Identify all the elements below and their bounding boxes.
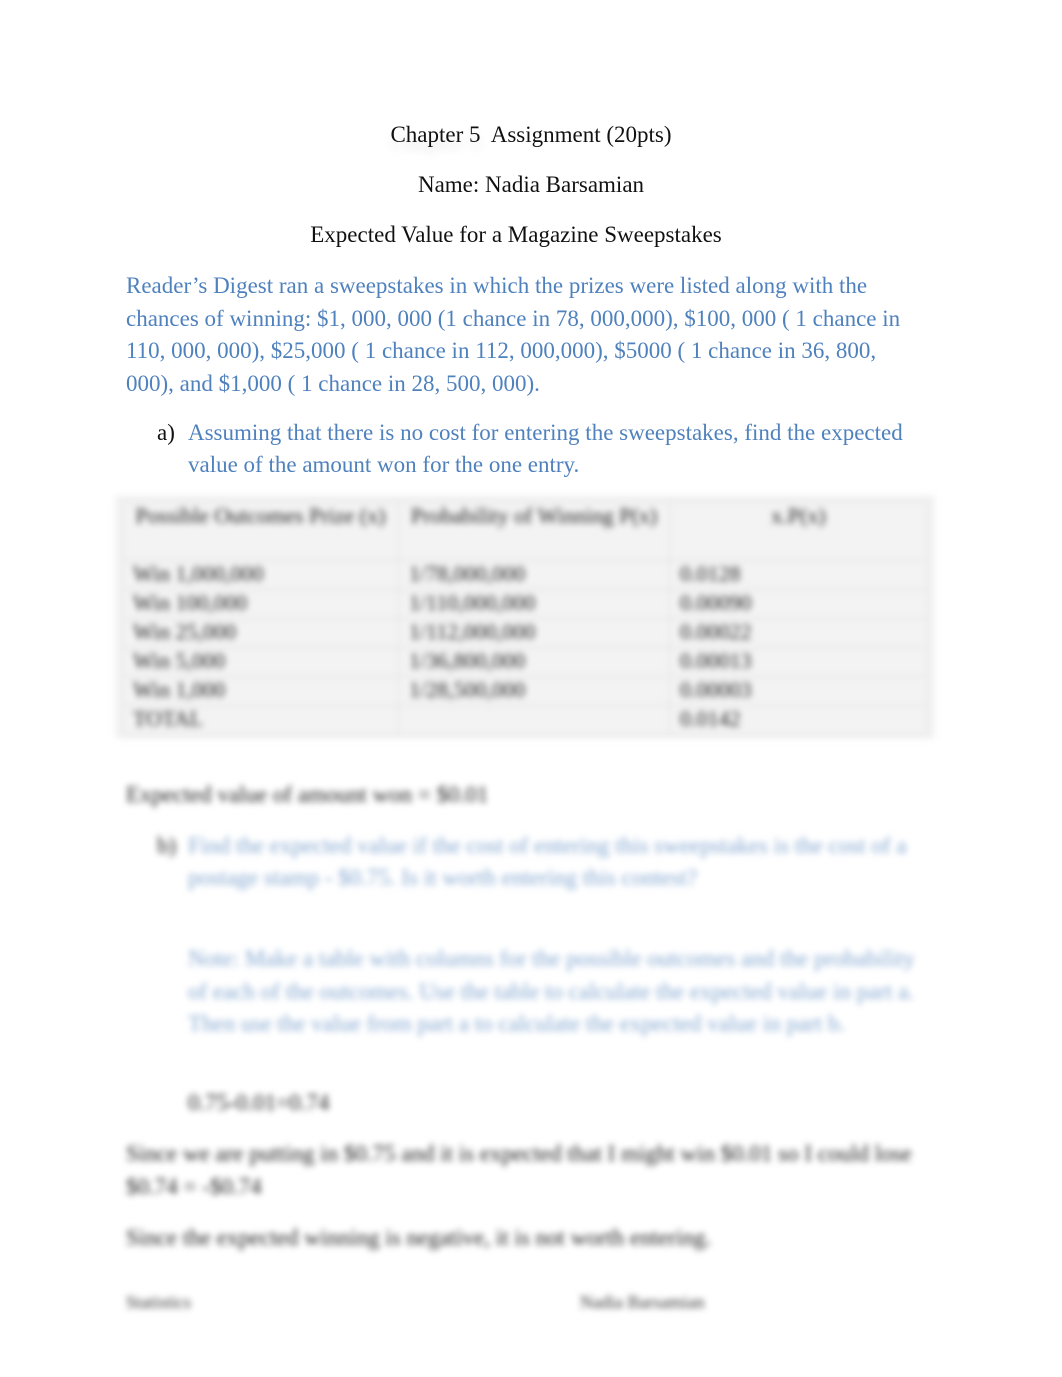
table-cell: 1/112,000,000: [398, 618, 670, 648]
table-cell: Win 1,000: [122, 676, 399, 706]
table-cell: Win 100,000: [122, 589, 399, 619]
table-cell: 0.00022: [669, 618, 928, 648]
question-b: b) Find the expected value if the cost o…: [157, 830, 937, 894]
question-b-text: Find the expected value if the cost of e…: [188, 833, 907, 890]
answer-paragraph: Since we are putting in $0.75 and it is …: [126, 1141, 912, 1199]
conclusion-paragraph: Since the expected winning is negative, …: [126, 1225, 712, 1250]
table-cell: Win 5,000: [122, 647, 399, 677]
assignment-subtitle: Expected Value for a Magazine Sweepstake…: [310, 222, 722, 247]
table-row-total: TOTAL 0.0142: [122, 705, 928, 735]
student-name: Name: Nadia Barsamian: [417, 172, 645, 197]
problem-statement: Reader’s Digest ran a sweepstakes in whi…: [126, 273, 901, 396]
expected-value-answer: Expected value of amount won = $0.01: [126, 782, 489, 807]
table-row: Win 5,000 1/36,800,000 0.00013: [122, 647, 928, 677]
table-cell: 1/78,000,000: [398, 560, 670, 590]
table-cell: Win 25,000: [122, 618, 399, 648]
table-cell: 0.0128: [669, 560, 928, 590]
table-row: Win 100,000 1/110,000,000 0.00090: [122, 589, 928, 619]
question-a-text: Assuming that there is no cost for enter…: [188, 420, 903, 477]
document-page: Chapter 5 Assignment (20pts) Name: Nadia…: [0, 0, 1062, 1377]
table-cell: 0.00003: [669, 676, 928, 706]
question-a-label: a): [157, 420, 175, 445]
question-a: a) Assuming that there is no cost for en…: [157, 417, 917, 481]
table-cell: Win 1,000,000: [122, 560, 399, 590]
table-header: Probability of Winning P(x): [398, 501, 670, 561]
footer-right: Nadia Barsamian: [580, 1292, 705, 1312]
table-cell: 1/28,500,000: [398, 676, 670, 706]
footer-left: Statistics: [126, 1292, 192, 1312]
table-cell: 1/110,000,000: [398, 589, 670, 619]
calculation-line: 0.75-0.01=0.74: [188, 1090, 330, 1115]
table-header-row: Possible Outcomes Prize (x) Probability …: [122, 501, 928, 561]
table-row: Win 1,000 1/28,500,000 0.00003: [122, 676, 928, 706]
table-header: Possible Outcomes Prize (x): [122, 501, 399, 561]
assignment-title: Chapter 5 Assignment (20pts): [0, 122, 1062, 148]
table-cell: 0.0142: [669, 705, 928, 735]
table-cell: TOTAL: [122, 705, 399, 735]
chapter-label: Chapter 5: [390, 122, 481, 147]
outcomes-table: Possible Outcomes Prize (x) Probability …: [116, 496, 934, 738]
table-cell: 0.00013: [669, 647, 928, 677]
note-text: Note: Make a table with columns for the …: [188, 946, 915, 1036]
assignment-label: Assignment (20pts): [490, 122, 672, 147]
question-b-label: b): [157, 833, 177, 858]
table-row: Win 1,000,000 1/78,000,000 0.0128: [122, 560, 928, 590]
table-cell: 1/36,800,000: [398, 647, 670, 677]
table-cell: [398, 705, 670, 735]
table-header: x.P(x): [669, 501, 928, 561]
table-cell: 0.00090: [669, 589, 928, 619]
table-row: Win 25,000 1/112,000,000 0.00022: [122, 618, 928, 648]
